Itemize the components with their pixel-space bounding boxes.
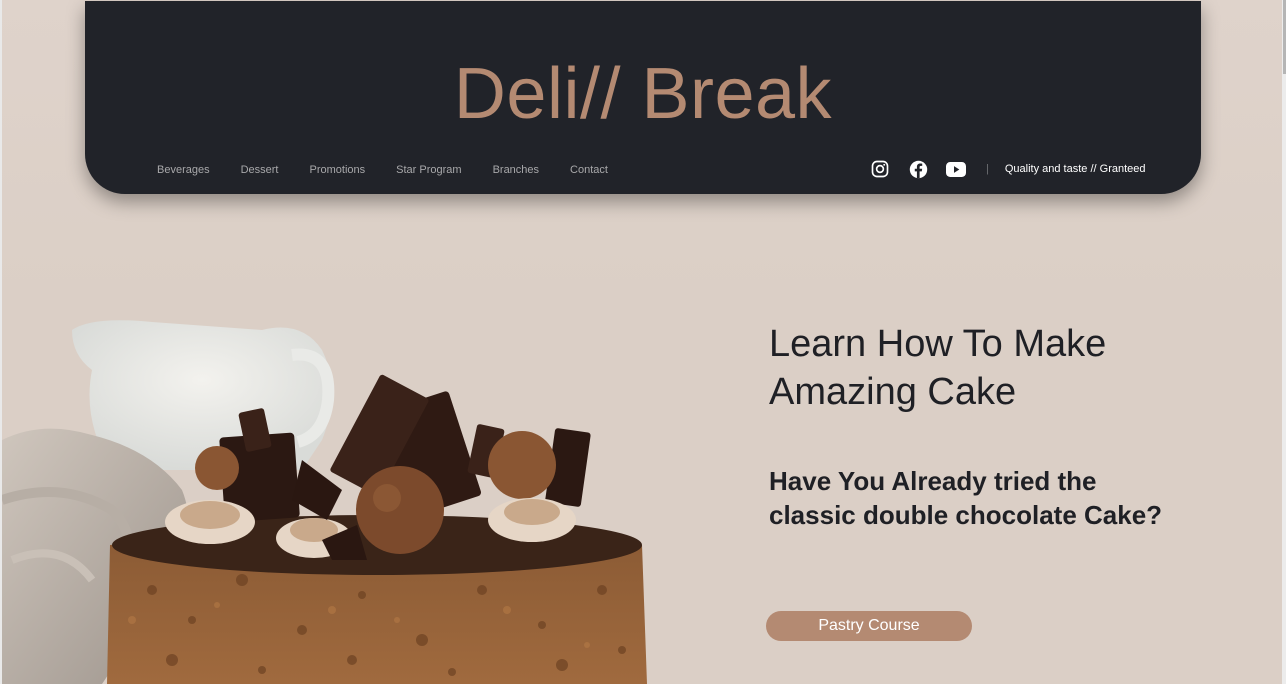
nav-contact[interactable]: Contact [570, 163, 608, 177]
brand-logo[interactable]: Deli// Break [85, 53, 1201, 135]
landing-page: Deli// Break Beverages Dessert Promotion… [2, 0, 1282, 684]
nav-promotions[interactable]: Promotions [310, 163, 366, 177]
nav-star-program[interactable]: Star Program [396, 163, 461, 177]
nav-beverages[interactable]: Beverages [157, 163, 210, 177]
chocolate-cake-image [2, 320, 647, 684]
hero-content: Learn How To Make Amazing Cake Have You … [769, 320, 1189, 532]
facebook-icon[interactable] [908, 159, 928, 179]
nav-dessert[interactable]: Dessert [241, 163, 279, 177]
main-nav: Beverages Dessert Promotions Star Progra… [157, 163, 639, 177]
youtube-icon[interactable] [946, 159, 966, 179]
hero-subtitle: Have You Already tried the classic doubl… [769, 466, 1163, 530]
pastry-course-button[interactable]: Pastry Course [766, 611, 972, 641]
instagram-icon[interactable] [870, 159, 890, 179]
divider: | [986, 163, 989, 175]
social-links: | Quality and taste // Granteed [870, 159, 1146, 179]
vertical-scrollbar[interactable] [1282, 0, 1286, 684]
tagline: Quality and taste // Granteed [1004, 163, 1146, 175]
hero-title: Learn How To Make Amazing Cake [769, 323, 1107, 413]
nav-branches[interactable]: Branches [493, 163, 539, 177]
site-header: Deli// Break Beverages Dessert Promotion… [85, 1, 1201, 194]
